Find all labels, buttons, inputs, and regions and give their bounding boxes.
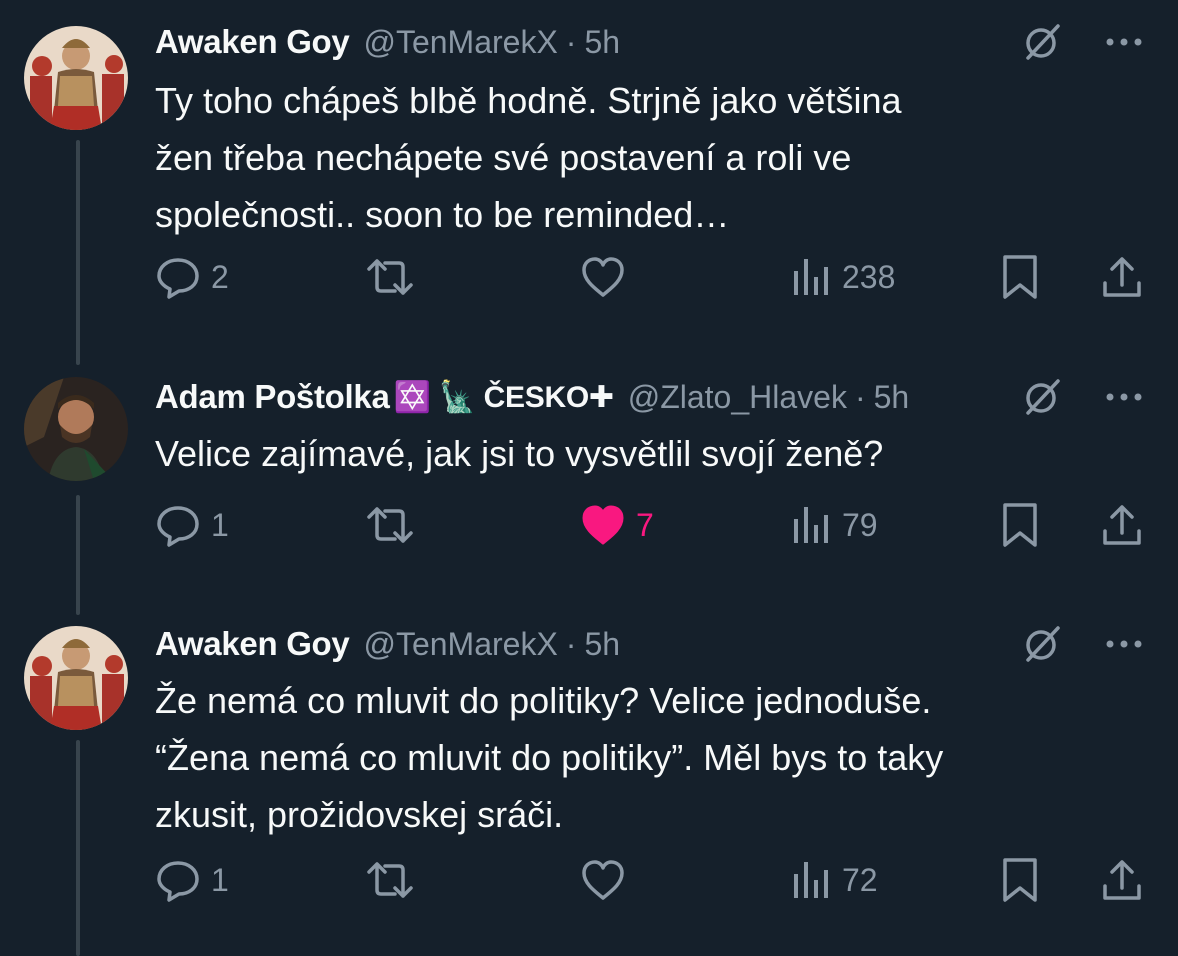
reply-count: 2	[211, 258, 229, 295]
views-button[interactable]: 79	[790, 500, 878, 550]
views-icon	[790, 858, 832, 902]
share-button[interactable]	[1100, 855, 1144, 905]
tweet[interactable]: Adam Poštolka ✡️ 🗽 ČESKO✚ @Zlato_Hlavek …	[0, 377, 1178, 577]
separator-dot: ·	[565, 625, 577, 662]
tweet[interactable]: Awaken Goy @TenMarekX · 5h Ty toho chápe…	[0, 22, 1178, 322]
bookmark-button[interactable]	[1000, 855, 1040, 905]
tweet[interactable]: Awaken Goy @TenMarekX · 5h Že nemá co ml…	[0, 624, 1178, 924]
tweet-text: Ty toho chápeš blbě hodně. Strjně jako v…	[155, 80, 902, 235]
avatar[interactable]	[24, 26, 128, 130]
avatar[interactable]	[24, 377, 128, 481]
like-icon	[580, 255, 626, 299]
reply-icon	[155, 503, 201, 547]
grok-icon[interactable]	[1022, 624, 1062, 664]
display-name[interactable]: Awaken Goy	[155, 23, 350, 61]
more-icon[interactable]	[1104, 639, 1144, 649]
display-name[interactable]: Adam Poštolka	[155, 378, 390, 416]
share-icon	[1100, 255, 1144, 299]
share-button[interactable]	[1100, 252, 1144, 302]
tweet-text: Že nemá co mluvit do politiky? Velice je…	[155, 680, 944, 835]
views-icon	[790, 255, 832, 299]
reply-button[interactable]: 2	[155, 252, 229, 302]
like-icon	[580, 858, 626, 902]
tweet-text: Velice zajímavé, jak jsi to vysvětlil sv…	[155, 433, 884, 474]
reply-icon	[155, 858, 201, 902]
avatar[interactable]	[24, 626, 128, 730]
timestamp[interactable]: 5h	[584, 24, 620, 61]
reply-count: 1	[211, 506, 229, 543]
more-icon[interactable]	[1104, 37, 1144, 47]
views-count: 72	[842, 861, 878, 898]
share-icon	[1100, 503, 1144, 547]
like-icon	[580, 503, 626, 547]
views-button[interactable]: 238	[790, 252, 895, 302]
like-count: 7	[636, 506, 654, 543]
retweet-button[interactable]	[365, 252, 415, 302]
timestamp[interactable]: 5h	[874, 379, 910, 416]
tweet-header: Awaken Goy @TenMarekX · 5h	[155, 624, 1158, 664]
like-button[interactable]: 7	[580, 500, 654, 550]
grok-icon[interactable]	[1022, 377, 1062, 417]
views-count: 79	[842, 506, 878, 543]
like-button[interactable]	[580, 252, 626, 302]
name-badges: ✡️ 🗽 ČESKO✚	[393, 380, 615, 414]
bookmark-icon	[1000, 501, 1040, 549]
retweet-button[interactable]	[365, 500, 415, 550]
reply-count: 1	[211, 861, 229, 898]
user-handle[interactable]: @Zlato_Hlavek	[628, 379, 847, 416]
tweet-actions: 1 72	[155, 855, 1158, 905]
retweet-icon	[365, 255, 415, 299]
tweet-header: Awaken Goy @TenMarekX · 5h	[155, 22, 1158, 62]
tweet-actions: 1 7 79	[155, 500, 1158, 550]
reply-button[interactable]: 1	[155, 855, 229, 905]
views-count: 238	[842, 258, 896, 295]
retweet-icon	[365, 858, 415, 902]
reply-icon	[155, 255, 201, 299]
grok-icon[interactable]	[1022, 22, 1062, 62]
reply-button[interactable]: 1	[155, 500, 229, 550]
tweet-actions: 2 238	[155, 252, 1158, 302]
tweet-header: Adam Poštolka ✡️ 🗽 ČESKO✚ @Zlato_Hlavek …	[155, 377, 1158, 417]
display-name[interactable]: Awaken Goy	[155, 625, 350, 663]
bookmark-icon	[1000, 253, 1040, 301]
like-button[interactable]	[580, 855, 626, 905]
views-icon	[790, 503, 832, 547]
timestamp[interactable]: 5h	[584, 626, 620, 663]
separator-dot: ·	[854, 378, 866, 415]
share-button[interactable]	[1100, 500, 1144, 550]
bookmark-button[interactable]	[1000, 252, 1040, 302]
bookmark-icon	[1000, 856, 1040, 904]
retweet-button[interactable]	[365, 855, 415, 905]
user-handle[interactable]: @TenMarekX	[363, 24, 557, 61]
more-icon[interactable]	[1104, 392, 1144, 402]
retweet-icon	[365, 503, 415, 547]
views-button[interactable]: 72	[790, 855, 878, 905]
separator-dot: ·	[565, 23, 577, 60]
share-icon	[1100, 858, 1144, 902]
bookmark-button[interactable]	[1000, 500, 1040, 550]
user-handle[interactable]: @TenMarekX	[363, 626, 557, 663]
